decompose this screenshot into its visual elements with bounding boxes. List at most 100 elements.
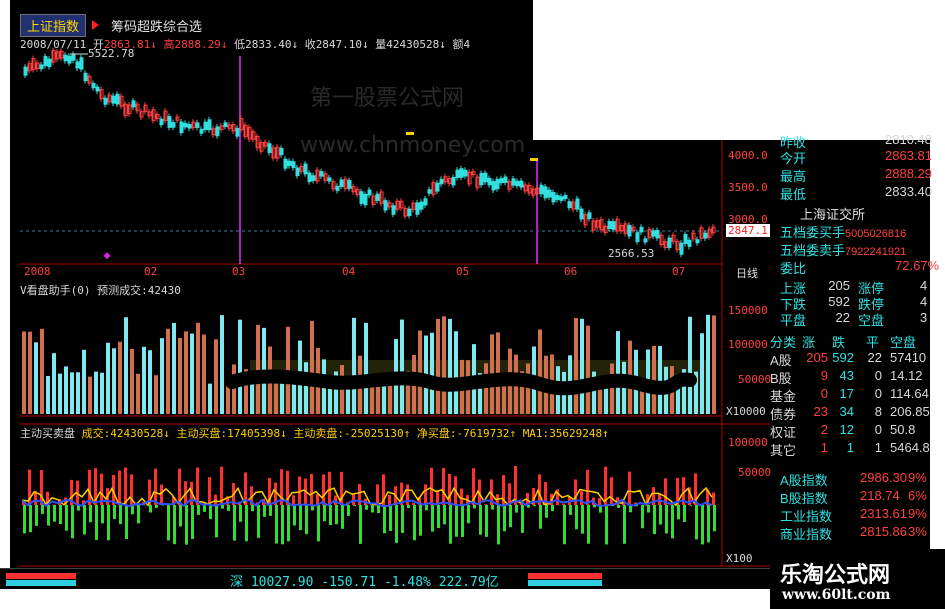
flow-sell-bar: [431, 505, 434, 532]
volume-bar: [160, 338, 164, 414]
index-row[interactable]: A股指数 2986.30 9%: [780, 470, 927, 489]
flow-sell-bar: [347, 505, 350, 516]
flow-net: -7619732: [456, 427, 510, 440]
flow-buy-bar: [484, 504, 487, 505]
category-name: 债券: [770, 407, 797, 422]
volume-bar: [220, 315, 224, 414]
index-name: B股指数: [780, 491, 828, 506]
index-row[interactable]: 商业指数 2815.86 3%: [780, 524, 927, 543]
volume-bar: [706, 314, 710, 414]
volume-bar: [34, 342, 38, 414]
ratio-label: 委比: [780, 261, 807, 276]
flow-sell-bar: [683, 505, 686, 522]
volume-bar: [106, 342, 110, 414]
sell-strength-bar-left: [6, 580, 76, 586]
candle-body: [627, 224, 632, 237]
category-row: B股 9 43 0 14.12: [770, 368, 923, 387]
candle-body: [23, 66, 28, 76]
flow-sell-bar: [575, 505, 578, 530]
volume-bar: [610, 363, 614, 414]
flow-sell-bar: [251, 505, 254, 512]
quote-row: 今开 2863.81: [780, 148, 932, 167]
volume-bar: [28, 331, 32, 414]
flow-buy-label: 主动买盘:: [176, 427, 228, 440]
flow-sell-bar: [677, 505, 680, 520]
flow-tick-50000: 50000: [738, 466, 772, 479]
flow-sell-bar: [449, 505, 452, 544]
index-name: 商业指数: [780, 527, 833, 542]
flow-buy-bar: [610, 477, 613, 505]
vol-unit: X10000: [726, 405, 766, 418]
flow-sell-bar: [641, 505, 644, 529]
category-header-cell: 空盘: [890, 335, 917, 350]
category-down: 43: [839, 368, 854, 383]
category-flat: 8: [874, 404, 882, 419]
flow-ma-label: MA1:: [522, 427, 550, 440]
category-row: 基金 0 17 0 114.64: [770, 386, 929, 405]
flow-sell-bar: [665, 505, 668, 534]
flow-sell-bar: [509, 505, 512, 528]
category-name: 权证: [770, 425, 797, 440]
flow-sell-bar: [107, 505, 110, 541]
candle-body: [171, 122, 176, 128]
breadth-count: 205: [828, 278, 850, 293]
category-down: 17: [839, 386, 854, 401]
flow-vol-label: 成交:: [81, 427, 111, 440]
category-down: 1: [846, 440, 854, 455]
candle-body: [375, 193, 380, 201]
flow-sell-bar: [419, 505, 422, 536]
candle-body: [495, 178, 500, 190]
category-down: 12: [839, 422, 854, 437]
volume-bar: [526, 363, 530, 414]
flow-sell-bar: [533, 505, 536, 506]
side-quote-panel: 昨收 2810.48 今开 2863.81 最高 2888.29 最低 2833.40 …: [770, 132, 939, 549]
category-flat: 0: [874, 422, 882, 437]
index-row[interactable]: 工业指数 2313.61 9%: [780, 506, 927, 525]
candle-body: [491, 181, 496, 191]
flow-sell-bar: [227, 505, 230, 511]
volume-bar: [712, 315, 716, 414]
flow-sell-bar: [323, 505, 326, 522]
period-label[interactable]: 日线: [736, 265, 758, 281]
candle-body: [687, 239, 692, 247]
breadth-count-2: 4: [920, 278, 928, 293]
volume-bar: [202, 334, 206, 414]
volume-bar: [136, 373, 140, 414]
candle-body: [391, 205, 396, 215]
candle-body: [295, 167, 300, 177]
low-value-side: 2833.40: [885, 184, 932, 199]
candle-body: [639, 226, 644, 233]
candle-body: [95, 86, 100, 92]
candle-body: [519, 180, 524, 188]
volume-bar: [436, 318, 440, 414]
flow-sell-bar: [335, 505, 338, 525]
candle-body: [463, 169, 468, 177]
flow-sell-bar: [497, 505, 500, 545]
candle-body: [159, 118, 164, 126]
flow-sell-bar: [263, 505, 266, 517]
low-marker: 2566.53: [608, 247, 654, 260]
vol-tick-50000: 50000: [738, 373, 772, 386]
predict-value: 42430: [147, 284, 181, 297]
candle-body: [91, 82, 96, 89]
index-row[interactable]: B股指数 218.74 6%: [780, 488, 927, 507]
index-value: 2815.86: [860, 524, 907, 539]
flow-sell-bar: [317, 505, 320, 542]
breadth-row: 平盘 22 空盘 3: [780, 310, 927, 329]
flow-sell-bar: [41, 505, 44, 514]
flow-buy-bar: [220, 466, 223, 505]
volume-bar: [538, 329, 542, 414]
candle-body: [43, 56, 48, 67]
index-pct: 3%: [908, 524, 927, 539]
volume-panel-title: V看盘助手(0) 预测成交:42430: [20, 282, 181, 298]
volume-bar: [430, 332, 434, 414]
x-tick-03: 03: [232, 265, 246, 278]
flow-title: 主动买卖盘: [20, 427, 75, 440]
ratio-row: 委比 72.67%: [780, 258, 939, 277]
current-price-tag: 2847.1: [726, 224, 770, 237]
breadth-count-2: 4: [920, 294, 928, 309]
candle-body: [695, 239, 700, 244]
sell-strength-bar-right: [528, 580, 602, 586]
category-flat: 22: [867, 350, 882, 365]
flow-sell-bar: [365, 505, 368, 510]
